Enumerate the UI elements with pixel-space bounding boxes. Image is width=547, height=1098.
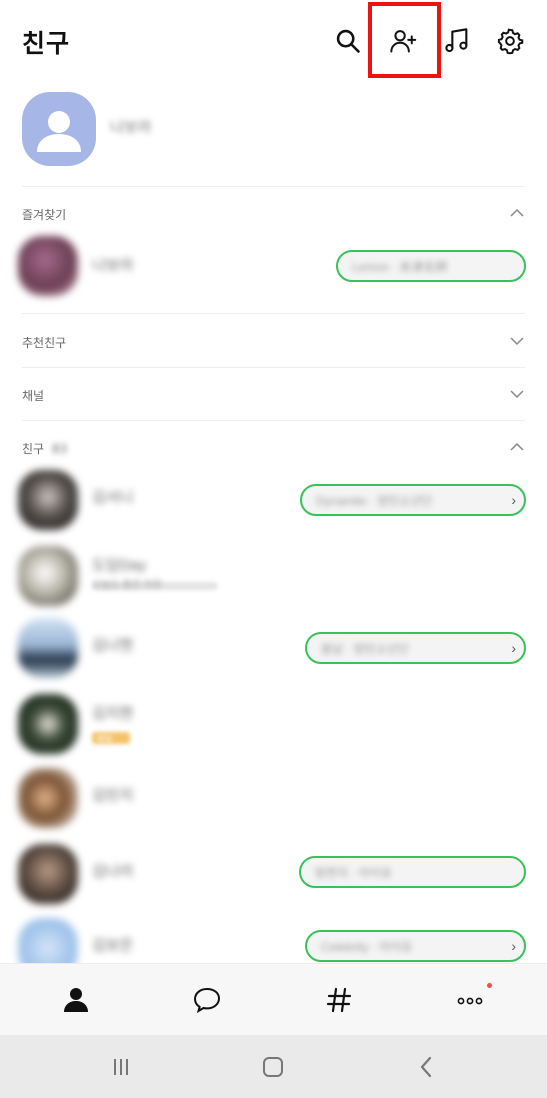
avatar bbox=[18, 768, 78, 828]
friends-label-text: 친구 bbox=[22, 442, 45, 456]
avatar bbox=[18, 618, 78, 678]
avatar bbox=[18, 844, 78, 904]
music-status-pill[interactable]: 밤편지 · 아이유 bbox=[299, 856, 526, 888]
hashtag-icon bbox=[326, 987, 352, 1013]
chat-bubble-icon bbox=[193, 987, 221, 1014]
friend-name: 도담Day bbox=[92, 557, 147, 574]
chevron-down-icon[interactable] bbox=[510, 389, 524, 399]
music-status-pill[interactable]: Celebrity · 아이유 › bbox=[305, 930, 526, 962]
system-navigation-bar bbox=[0, 1035, 547, 1098]
music-status-text: Lemon · 米津玄師 bbox=[352, 260, 448, 274]
chats-tab[interactable] bbox=[185, 978, 229, 1022]
bottom-tab-bar bbox=[0, 963, 547, 1035]
home-button[interactable] bbox=[258, 1053, 288, 1081]
profile-name: 나보라 bbox=[110, 119, 152, 136]
page-title: 친구 bbox=[22, 29, 71, 58]
chevron-up-icon[interactable] bbox=[510, 442, 524, 452]
back-icon bbox=[420, 1056, 432, 1078]
avatar bbox=[18, 470, 78, 530]
chevron-right-icon: › bbox=[511, 492, 516, 508]
music-status-text: Dynamite · 방탄소년단 bbox=[316, 494, 433, 508]
music-status-text: 밤편지 · 아이유 bbox=[315, 866, 392, 880]
recent-apps-button[interactable] bbox=[106, 1053, 136, 1081]
list-item[interactable]: 나보라 Lemon · 米津玄師 bbox=[0, 230, 547, 306]
avatar bbox=[18, 236, 78, 296]
music-status-text: 봄날 · 방탄소년단 bbox=[321, 642, 409, 656]
music-status-text: Celebrity · 아이유 bbox=[321, 940, 413, 954]
friend-name: 김나현 bbox=[92, 637, 134, 654]
notification-dot bbox=[487, 983, 492, 988]
divider bbox=[22, 367, 525, 368]
recent-apps-icon bbox=[114, 1059, 128, 1075]
more-dots-icon bbox=[457, 997, 483, 1005]
favorites-label: 즐겨찾기 bbox=[22, 208, 67, 222]
friend-name: 김보은 bbox=[92, 937, 134, 954]
friend-name: 김서니 bbox=[92, 489, 134, 506]
settings-icon[interactable] bbox=[495, 26, 525, 56]
avatar bbox=[18, 694, 78, 754]
list-item[interactable]: 김민지 bbox=[0, 762, 547, 838]
recommended-label: 추천친구 bbox=[22, 336, 67, 350]
friends-tab[interactable] bbox=[54, 978, 98, 1022]
friend-name: 김민지 bbox=[92, 787, 134, 804]
avatar bbox=[18, 546, 78, 606]
friend-name: 김지현 bbox=[92, 705, 134, 722]
openchat-tab[interactable] bbox=[317, 978, 361, 1022]
music-status-pill[interactable]: Lemon · 米津玄師 bbox=[336, 250, 526, 282]
chevron-down-icon[interactable] bbox=[510, 336, 524, 346]
friend-name: 나보라 bbox=[92, 257, 134, 274]
divider bbox=[22, 313, 525, 314]
chevron-right-icon: › bbox=[511, 938, 516, 954]
divider bbox=[22, 420, 525, 421]
friends-count: 83 bbox=[51, 442, 68, 456]
chevron-right-icon: › bbox=[511, 640, 516, 656]
back-button[interactable] bbox=[412, 1053, 442, 1081]
list-item[interactable]: 김서니 Dynamite · 방탄소년단 › bbox=[0, 464, 547, 540]
music-icon[interactable] bbox=[442, 26, 472, 56]
my-profile[interactable]: 나보라 bbox=[0, 84, 547, 184]
list-item[interactable]: 김나현 봄날 · 방탄소년단 › bbox=[0, 612, 547, 688]
friends-label: 친구 83 bbox=[22, 440, 67, 457]
default-person-icon bbox=[37, 111, 81, 152]
top-bar: 친구 bbox=[0, 0, 547, 84]
list-item[interactable]: 도담Day 오늘도 좋은 하루 bbox=[0, 540, 547, 616]
highlight-box bbox=[368, 2, 441, 78]
status-message-text: 오늘도 좋은 하루 bbox=[92, 580, 162, 591]
divider bbox=[22, 186, 525, 187]
more-tab[interactable] bbox=[448, 978, 492, 1022]
friend-name: 김나리 bbox=[92, 863, 134, 880]
list-item[interactable]: 김나리 밤편지 · 아이유 bbox=[0, 838, 547, 914]
search-icon[interactable] bbox=[333, 26, 363, 56]
music-status-pill[interactable]: 봄날 · 방탄소년단 › bbox=[305, 632, 526, 664]
channels-label: 채널 bbox=[22, 389, 45, 403]
chevron-up-icon[interactable] bbox=[510, 208, 524, 218]
list-item[interactable]: 김지현 생일 bbox=[0, 688, 547, 764]
avatar bbox=[22, 92, 96, 166]
person-icon bbox=[64, 988, 88, 1012]
status-badge-text: 생일 bbox=[96, 734, 113, 744]
home-icon bbox=[263, 1057, 283, 1077]
music-status-pill[interactable]: Dynamite · 방탄소년단 › bbox=[300, 484, 526, 516]
